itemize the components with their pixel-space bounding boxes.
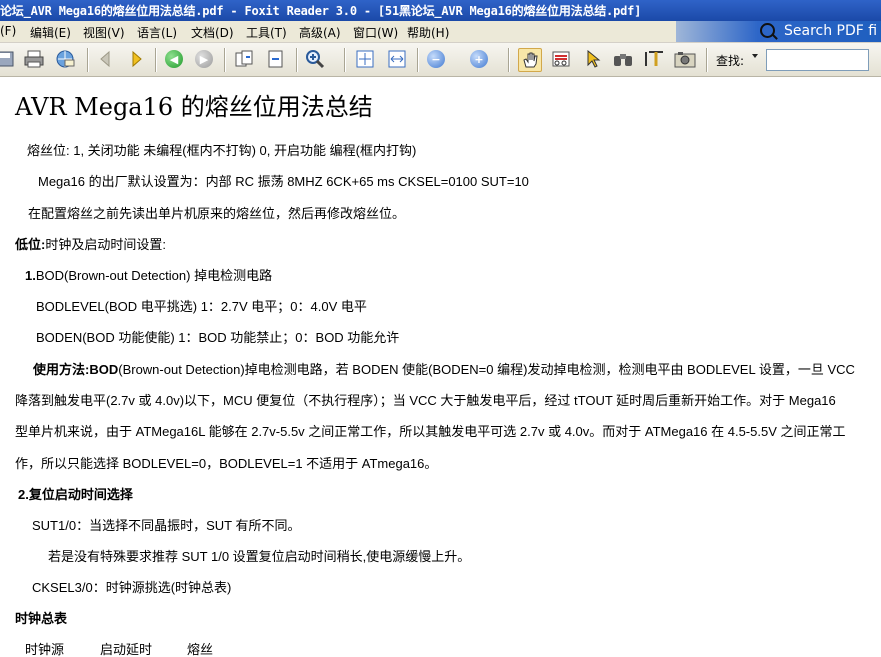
usage-line-2: 降落到触发电平(2.7v 或 4.0v)以下，MCU 便复位（不执行程序）；当 …: [15, 393, 836, 408]
find-input[interactable]: [766, 49, 869, 71]
snapshot-camera-icon[interactable]: [674, 48, 696, 70]
binoculars-icon[interactable]: [612, 48, 634, 70]
menu-advanced[interactable]: 高级(A): [299, 24, 341, 41]
fit-width-icon[interactable]: [386, 48, 408, 70]
menu-document[interactable]: 文档(D): [191, 24, 234, 41]
table-header-fuse: 熔丝: [187, 642, 214, 657]
single-page-icon[interactable]: [265, 48, 287, 70]
search-pdf-banner[interactable]: Search PDF fi: [676, 21, 881, 42]
toolbar-separator: [224, 48, 225, 72]
usage-text-1: (Brown-out Detection)掉电检测电路，若 BODEN 使能(B…: [118, 362, 855, 377]
menu-file[interactable]: (F): [0, 24, 16, 38]
table-header-startup-delay: 启动延时: [100, 642, 153, 657]
rotate-page-icon[interactable]: [233, 48, 255, 70]
zoom-in-tool-icon[interactable]: [304, 48, 326, 70]
print-icon[interactable]: [23, 48, 45, 70]
bod-heading: 1.BOD(Brown-out Detection) 掉电检测电路: [25, 265, 272, 284]
bod-title: BOD(Brown-out Detection) 掉电检测电路: [35, 268, 273, 283]
toolbar-separator: [344, 48, 345, 72]
magnifier-icon: [760, 23, 775, 38]
toolbar-separator: [508, 48, 509, 72]
factory-default-line: Mega16 的出厂默认设置为：内部 RC 振荡 8MHZ 6CK+65 ms …: [38, 174, 529, 189]
low-byte-heading: 低位:时钟及启动时间设置:: [15, 234, 166, 253]
sut-line: SUT1/0：当选择不同晶振时，SUT 有所不同。: [32, 518, 301, 533]
read-fuse-first-line: 在配置熔丝之前先读出单片机原来的熔丝位，然后再修改熔丝位。: [28, 206, 406, 221]
usage-line-3: 型单片机来说，由于 ATMega16L 能够在 2.7v-5.5v 之间正常工作…: [15, 424, 846, 439]
usage-bod: BOD: [89, 362, 119, 377]
fuse-bit-definition: 熔丝位: 1, 关闭功能 未编程(框内不打钩) 0, 开启功能 编程(框内打钩): [27, 143, 417, 158]
search-pdf-label: Search PDF fi: [784, 23, 878, 39]
menu-help[interactable]: 帮助(H): [407, 24, 449, 41]
previous-page-icon[interactable]: [94, 48, 116, 70]
sut-note-line: 若是没有特殊要求推荐 SUT 1/0 设置复位启动时间稍长,使电源缓慢上升。: [48, 549, 471, 564]
document-page[interactable]: AVR Mega16 的熔丝位用法总结 熔丝位: 1, 关闭功能 未编程(框内不…: [0, 77, 881, 657]
menu-window[interactable]: 窗口(W): [353, 24, 398, 41]
bod-number: 1.: [25, 268, 36, 283]
toolbar-separator: [706, 48, 707, 72]
menu-language[interactable]: 语言(L): [137, 24, 177, 41]
boden-line: BODEN(BOD 功能使能) 1：BOD 功能禁止；0：BOD 功能允许: [36, 330, 400, 345]
toolbar: ◀ ▶ − +: [0, 43, 881, 105]
table-header-clock-source: 时钟源: [25, 642, 65, 657]
menu-tools[interactable]: 工具(T): [246, 24, 287, 41]
zoom-in-icon[interactable]: +: [468, 48, 490, 70]
low-byte-text: 时钟及启动时间设置:: [45, 237, 166, 252]
email-globe-icon[interactable]: [54, 48, 76, 70]
usage-line-4: 作，所以只能选择 BODLEVEL=0，BODLEVEL=1 不适用于 ATme…: [15, 456, 438, 471]
go-forward-icon[interactable]: ▶: [193, 48, 215, 70]
fit-page-icon[interactable]: [354, 48, 376, 70]
select-arrow-icon[interactable]: [582, 48, 604, 70]
toolbar-separator: [417, 48, 418, 72]
bodlevel-line: BODLEVEL(BOD 电平挑选) 1：2.7V 电平；0：4.0V 电平: [36, 299, 367, 314]
clock-table-title: 时钟总表: [15, 611, 68, 626]
menu-view[interactable]: 视图(V): [83, 24, 125, 41]
toolbar-separator: [155, 48, 156, 72]
chevron-down-icon[interactable]: [752, 54, 758, 58]
title-bar: 论坛_AVR Mega16的熔丝位用法总结.pdf - Foxit Reader…: [0, 0, 881, 21]
text-select-icon[interactable]: [550, 48, 572, 70]
menu-edit[interactable]: 编辑(E): [30, 24, 71, 41]
go-back-icon[interactable]: ◀: [163, 48, 185, 70]
find-label: 查找:: [716, 54, 745, 68]
zoom-out-icon[interactable]: −: [425, 48, 447, 70]
save-icon[interactable]: [0, 48, 16, 70]
next-page-icon[interactable]: [126, 48, 148, 70]
low-byte-label: 低位:: [15, 237, 46, 252]
toolbar-separator: [87, 48, 88, 72]
typewriter-icon[interactable]: [644, 48, 666, 70]
window-title: 论坛_AVR Mega16的熔丝位用法总结.pdf - Foxit Reader…: [0, 4, 642, 18]
cksel-line: CKSEL3/0：时钟源挑选(时钟总表): [32, 580, 232, 595]
hand-tool-icon[interactable]: [518, 48, 542, 72]
document-title: AVR Mega16 的熔丝位用法总结: [15, 93, 373, 121]
reset-time-heading: 2.复位启动时间选择: [18, 487, 133, 502]
toolbar-separator: [296, 48, 297, 72]
usage-line-1: 使用方法:BOD(Brown-out Detection)掉电检测电路，若 BO…: [33, 359, 855, 378]
usage-label: 使用方法:: [33, 362, 90, 377]
